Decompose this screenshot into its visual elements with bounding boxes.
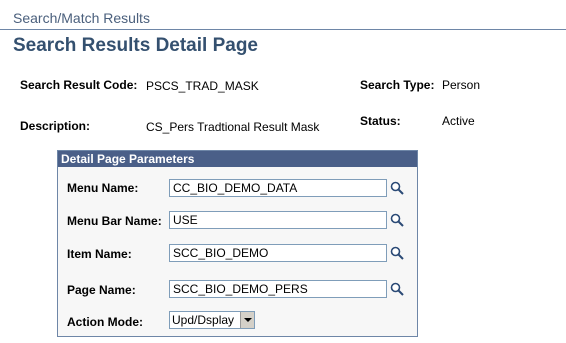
page-name-label: Page Name: [67, 283, 136, 297]
menu-bar-name-label: Menu Bar Name: [67, 214, 162, 228]
menu-name-input[interactable]: CC_BIO_DEMO_DATA [169, 179, 387, 197]
search-type-label: Search Type: [360, 78, 435, 92]
action-mode-label: Action Mode: [67, 315, 143, 329]
detail-page-parameters-group: Detail Page Parameters Menu Name: CC_BIO… [57, 150, 418, 337]
action-mode-select[interactable]: Upd/Dsplay [169, 311, 255, 329]
menu-bar-name-lookup-icon[interactable] [390, 213, 404, 227]
description-label: Description: [20, 119, 91, 133]
action-mode-value: Upd/Dsplay [172, 313, 235, 327]
page-name-input[interactable]: SCC_BIO_DEMO_PERS [169, 280, 387, 298]
item-name-label: Item Name: [67, 247, 132, 261]
description-value: CS_Pers Tradtional Result Mask [146, 120, 320, 134]
status-label: Status: [360, 114, 401, 128]
item-name-input[interactable]: SCC_BIO_DEMO [169, 244, 387, 262]
search-result-code-value: PSCS_TRAD_MASK [146, 79, 259, 93]
breadcrumb: Search/Match Results [13, 10, 150, 26]
search-type-value: Person [442, 78, 481, 92]
search-result-code-label: Search Result Code: [20, 78, 138, 92]
menu-bar-name-input[interactable]: USE [169, 211, 387, 229]
page-name-lookup-icon[interactable] [390, 282, 404, 296]
title-divider [0, 29, 566, 30]
page-title: Search Results Detail Page [13, 35, 258, 56]
menu-name-lookup-icon[interactable] [390, 181, 404, 195]
group-header: Detail Page Parameters [58, 151, 417, 167]
chevron-down-icon[interactable] [240, 312, 254, 328]
item-name-lookup-icon[interactable] [390, 246, 404, 260]
menu-name-label: Menu Name: [67, 181, 139, 195]
status-value: Active [442, 114, 475, 128]
